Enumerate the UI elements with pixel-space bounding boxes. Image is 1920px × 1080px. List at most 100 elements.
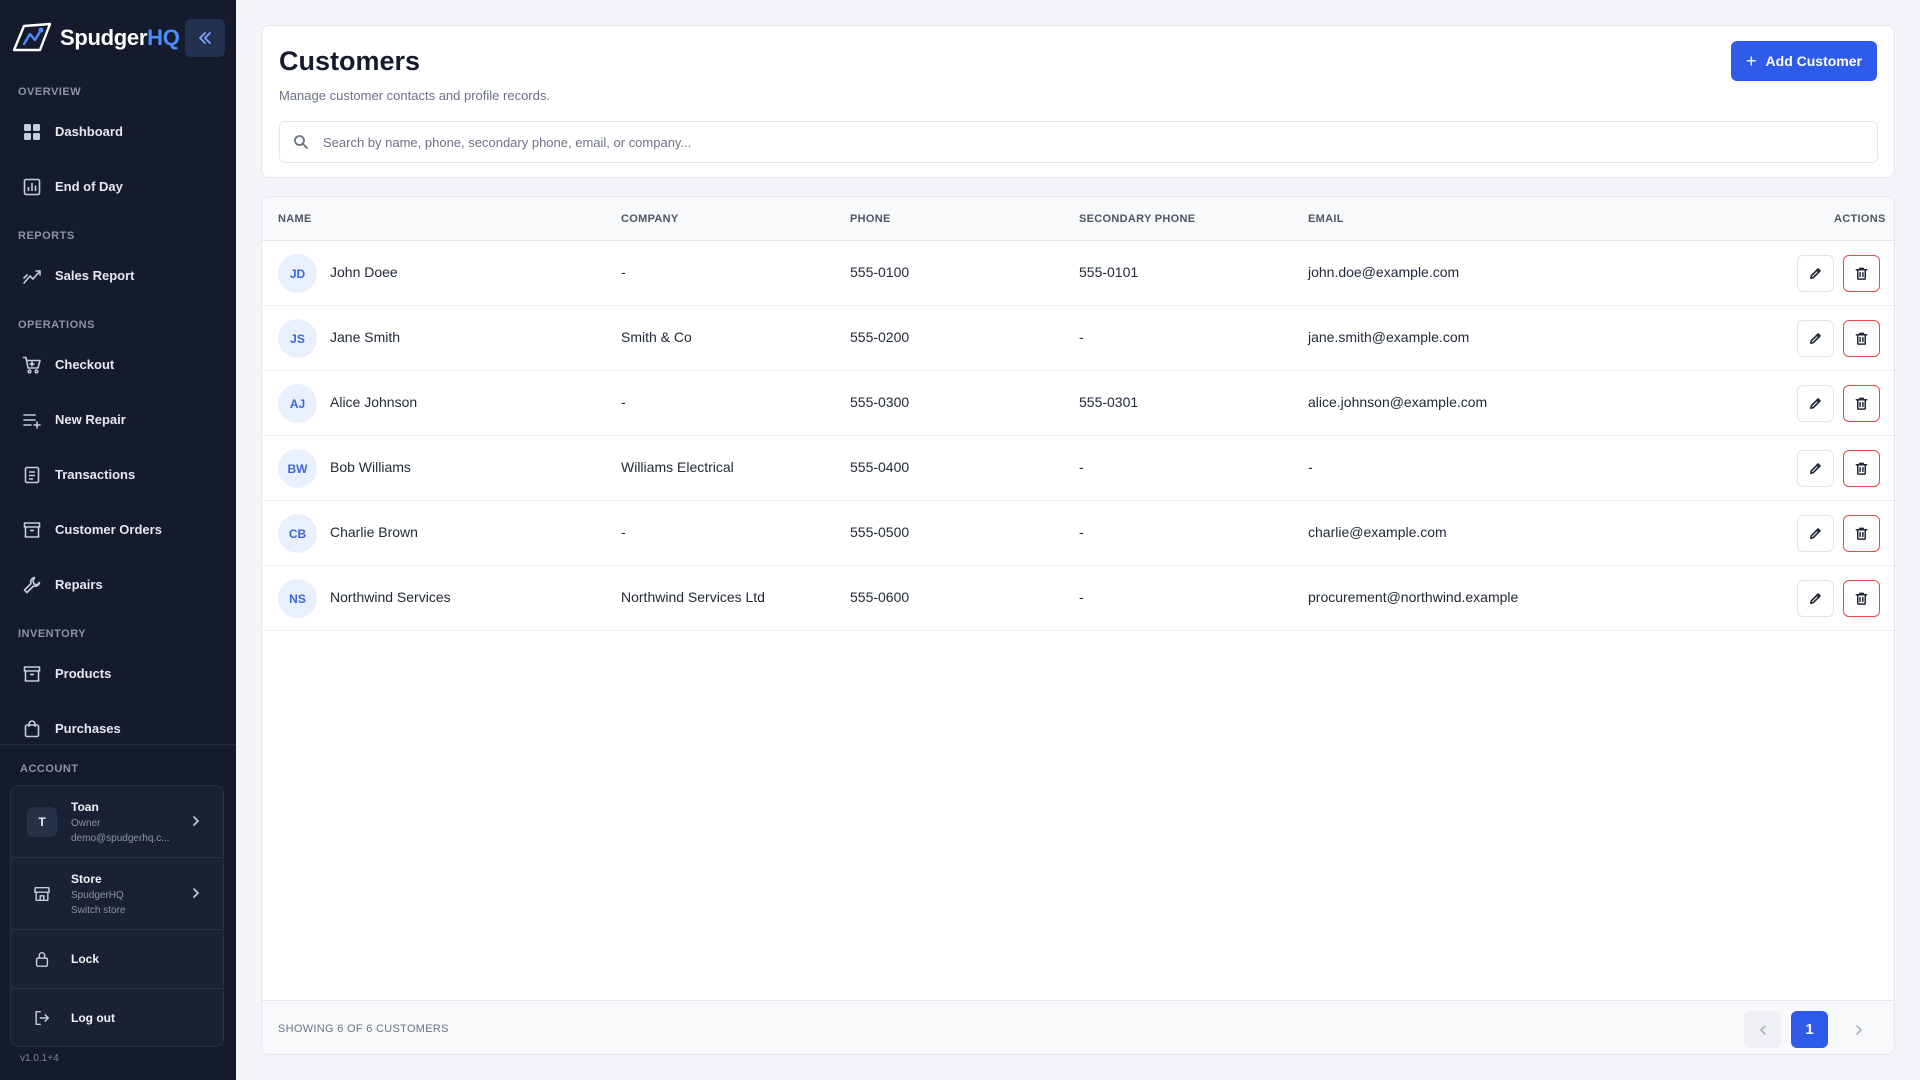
edit-button[interactable] bbox=[1797, 450, 1834, 487]
table-row[interactable]: BW Bob Williams Williams Electrical 555-040… bbox=[262, 436, 1894, 501]
edit-button[interactable] bbox=[1797, 515, 1834, 552]
user-profile-row[interactable]: T Toan Owner demo@spudgerhq.c... bbox=[11, 786, 223, 858]
chevron-right-icon bbox=[1855, 1024, 1862, 1035]
edit-button[interactable] bbox=[1797, 580, 1834, 617]
table-row[interactable]: AJ Alice Johnson - 555-0300 555-0301 alice.jo… bbox=[262, 371, 1894, 436]
table-row[interactable]: NS Northwind Services Northwind Services L… bbox=[262, 566, 1894, 631]
sidebar-item-transactions[interactable]: Transactions bbox=[0, 447, 236, 502]
customer-email: charlie@example.com bbox=[1308, 524, 1447, 540]
logout-button[interactable]: Log out bbox=[11, 989, 223, 1047]
column-header-name[interactable]: NAME bbox=[278, 213, 312, 225]
next-page-button[interactable] bbox=[1840, 1011, 1877, 1048]
table-footer: SHOWING 6 OF 6 CUSTOMERS 1 bbox=[262, 1000, 1894, 1054]
brand[interactable]: SpudgerHQ bbox=[10, 18, 180, 58]
sidebar-item-label: New Repair bbox=[55, 412, 126, 427]
store-switch-row[interactable]: Store SpudgerHQ Switch store bbox=[11, 858, 223, 930]
sidebar-item-products[interactable]: Products bbox=[0, 646, 236, 701]
pencil-icon bbox=[1808, 396, 1823, 411]
chevron-right-icon bbox=[191, 814, 211, 830]
nav-section-reports: REPORTS bbox=[18, 230, 75, 242]
customer-name: Alice Johnson bbox=[330, 394, 418, 410]
page-subtitle: Manage customer contacts and profile rec… bbox=[279, 88, 550, 103]
list-add-icon bbox=[23, 413, 41, 429]
pencil-icon bbox=[1808, 461, 1823, 476]
nav-section-overview: OVERVIEW bbox=[18, 86, 82, 98]
account-section-label: ACCOUNT bbox=[20, 763, 79, 775]
previous-page-button[interactable] bbox=[1744, 1011, 1781, 1048]
customer-email: - bbox=[1308, 459, 1313, 475]
archive-icon bbox=[23, 521, 41, 538]
nav-section-operations: OPERATIONS bbox=[18, 319, 95, 331]
column-header-email[interactable]: EMAIL bbox=[1308, 213, 1344, 225]
sidebar-item-label: Customer Orders bbox=[55, 522, 162, 537]
switch-store-label: Switch store bbox=[71, 904, 126, 916]
sidebar-item-repairs[interactable]: Repairs bbox=[0, 557, 236, 612]
sidebar-item-label: End of Day bbox=[55, 179, 123, 194]
customer-company: Williams Electrical bbox=[621, 459, 734, 475]
trash-icon bbox=[1854, 266, 1869, 281]
sidebar-nav: OVERVIEW Dashboard End of Day REPORTS Sa… bbox=[0, 80, 236, 756]
logout-label: Log out bbox=[71, 1011, 115, 1025]
column-header-secondary-phone[interactable]: SECONDARY PHONE bbox=[1079, 213, 1195, 225]
delete-button[interactable] bbox=[1843, 255, 1880, 292]
customer-secondary-phone: 555-0101 bbox=[1079, 264, 1139, 280]
trash-icon bbox=[1854, 461, 1869, 476]
table-row[interactable]: JD John Doee - 555-0100 555-0101 john.doe@exa… bbox=[262, 241, 1894, 306]
table-row[interactable]: CB Charlie Brown - 555-0500 - charlie@example… bbox=[262, 501, 1894, 566]
receipt-icon bbox=[24, 466, 40, 483]
customer-phone: 555-0400 bbox=[850, 459, 910, 475]
pencil-icon bbox=[1808, 591, 1823, 606]
table-row[interactable]: JS Jane Smith Smith & Co 555-0200 - jane.smit… bbox=[262, 306, 1894, 371]
edit-button[interactable] bbox=[1797, 320, 1834, 357]
pencil-icon bbox=[1808, 266, 1823, 281]
sidebar-item-label: Products bbox=[55, 666, 112, 681]
avatar: JD bbox=[278, 254, 317, 293]
trash-icon bbox=[1854, 526, 1869, 541]
column-header-company[interactable]: COMPANY bbox=[621, 213, 679, 225]
delete-button[interactable] bbox=[1843, 450, 1880, 487]
search-box bbox=[279, 121, 1878, 163]
chevron-left-icon bbox=[1759, 1024, 1766, 1035]
customer-email: jane.smith@example.com bbox=[1308, 329, 1470, 345]
account-card: T Toan Owner demo@spudgerhq.c... Store S… bbox=[10, 785, 224, 1047]
sidebar-item-dashboard[interactable]: Dashboard bbox=[0, 104, 236, 159]
customer-phone: 555-0200 bbox=[850, 329, 910, 345]
customer-company: - bbox=[621, 264, 626, 280]
logout-icon bbox=[27, 1003, 57, 1033]
lock-icon bbox=[27, 944, 57, 974]
edit-button[interactable] bbox=[1797, 385, 1834, 422]
sidebar-item-end-of-day[interactable]: End of Day bbox=[0, 159, 236, 214]
lock-label: Lock bbox=[71, 952, 100, 966]
sidebar-item-label: Transactions bbox=[55, 467, 136, 482]
cart-icon bbox=[22, 356, 41, 374]
delete-button[interactable] bbox=[1843, 515, 1880, 552]
pencil-icon bbox=[1808, 331, 1823, 346]
chart-icon bbox=[23, 178, 41, 195]
showing-count: SHOWING 6 OF 6 CUSTOMERS bbox=[278, 1023, 449, 1035]
column-header-actions: ACTIONS bbox=[1834, 213, 1886, 225]
column-header-phone[interactable]: PHONE bbox=[850, 213, 891, 225]
delete-button[interactable] bbox=[1843, 320, 1880, 357]
sidebar-item-customer-orders[interactable]: Customer Orders bbox=[0, 502, 236, 557]
collapse-sidebar-button[interactable] bbox=[185, 19, 225, 57]
sidebar-item-checkout[interactable]: Checkout bbox=[0, 337, 236, 392]
store-title: Store bbox=[71, 871, 102, 886]
search-input[interactable] bbox=[323, 134, 1823, 150]
edit-button[interactable] bbox=[1797, 255, 1834, 292]
trash-icon bbox=[1854, 396, 1869, 411]
page-button-current[interactable]: 1 bbox=[1791, 1011, 1828, 1048]
sidebar-item-new-repair[interactable]: New Repair bbox=[0, 392, 236, 447]
store-icon bbox=[27, 879, 57, 909]
sidebar-item-sales-report[interactable]: Sales Report bbox=[0, 248, 236, 303]
chevron-right-icon bbox=[191, 886, 211, 902]
customer-email: john.doe@example.com bbox=[1308, 264, 1460, 280]
spudger-logo-icon bbox=[12, 22, 52, 52]
customer-phone: 555-0600 bbox=[850, 589, 910, 605]
lock-button[interactable]: Lock bbox=[11, 930, 223, 989]
delete-button[interactable] bbox=[1843, 385, 1880, 422]
delete-button[interactable] bbox=[1843, 580, 1880, 617]
add-customer-button[interactable]: + Add Customer bbox=[1731, 41, 1877, 81]
pencil-icon bbox=[1808, 526, 1823, 541]
customer-secondary-phone: - bbox=[1079, 589, 1084, 605]
nav-section-inventory: INVENTORY bbox=[18, 628, 87, 640]
